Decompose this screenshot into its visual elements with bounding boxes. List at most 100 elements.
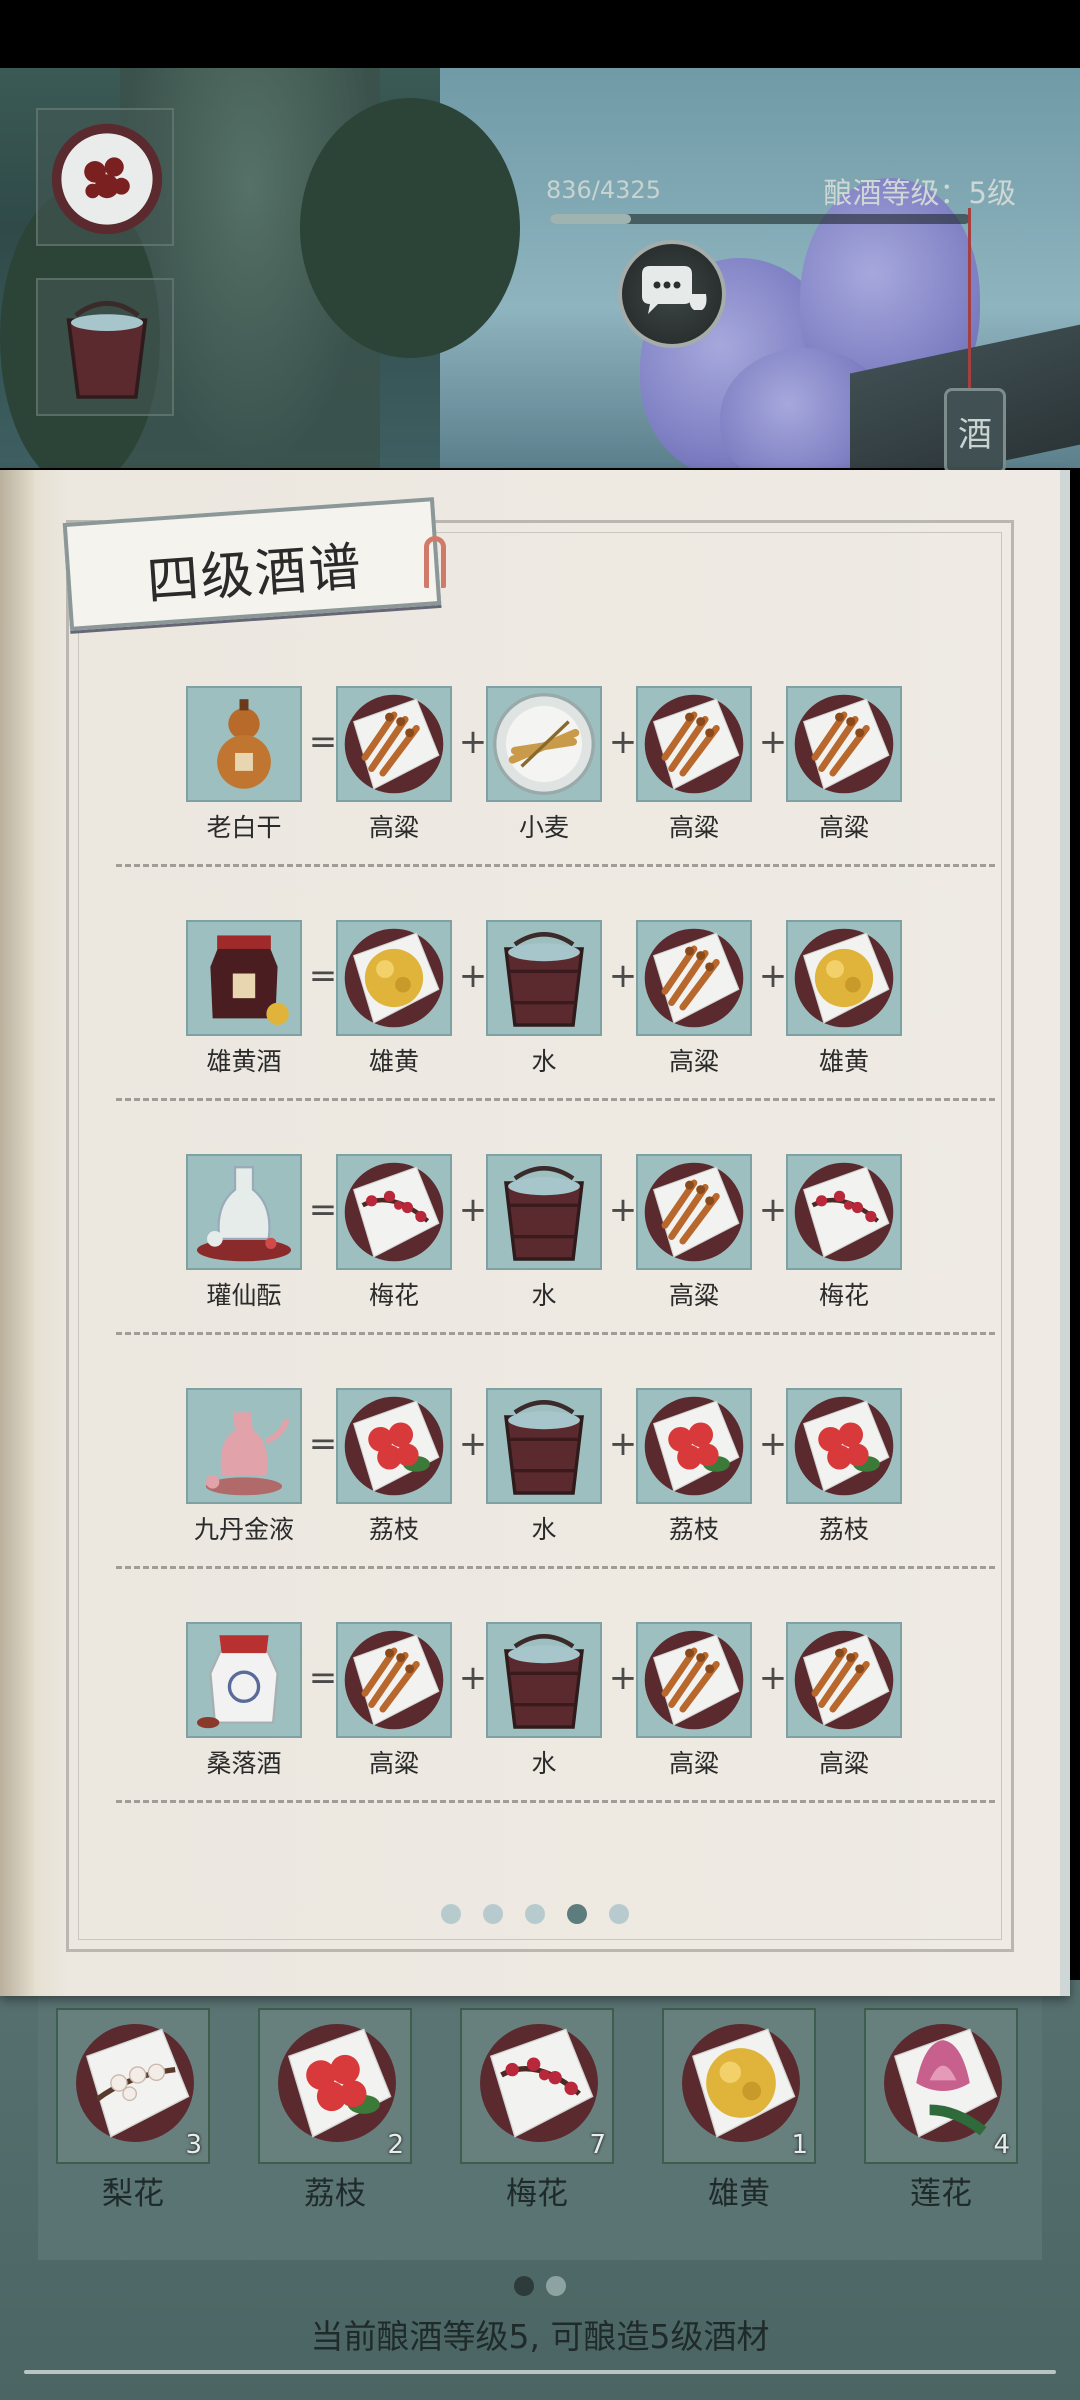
plus-sign: +: [758, 1424, 788, 1464]
recipe-ingredient-cell[interactable]: [636, 1388, 752, 1504]
recipe-ingredient-cell[interactable]: [786, 920, 902, 1036]
water-bucket-icon: [504, 1166, 584, 1261]
page-dot[interactable]: [609, 1904, 629, 1924]
pink-ewer-icon: [205, 1412, 290, 1496]
equals-sign: =: [308, 722, 338, 762]
page-dot[interactable]: [483, 1904, 503, 1924]
recipe-ingredient-label: 高粱: [668, 1281, 719, 1310]
chat-bubble-icon: [642, 266, 707, 314]
wine-shop-sign: 酒: [944, 388, 1006, 474]
recipe-ingredient-label: 水: [531, 1047, 557, 1076]
sorghum-icon: [644, 1630, 744, 1730]
recipe-ingredient-label: 梅花: [368, 1281, 419, 1310]
page-dot[interactable]: [514, 2276, 534, 2296]
recipe-ingredient-label: 高粱: [818, 813, 869, 842]
recipe-ingredient-label: 水: [531, 1515, 557, 1544]
recipe-ingredient-cell[interactable]: [636, 686, 752, 802]
recipe-divider: [116, 1332, 996, 1335]
lychee-icon: [344, 1396, 444, 1496]
recipe-product-cell[interactable]: [186, 686, 302, 802]
recipe-row: 雄黄酒 雄黄 水 高粱 雄黄 = + + +: [186, 920, 926, 1100]
recipe-product-cell[interactable]: [186, 920, 302, 1036]
recipe-ingredient-cell[interactable]: [786, 1622, 902, 1738]
recipe-divider: [116, 864, 996, 867]
status-bar: [0, 0, 1080, 68]
plus-sign: +: [608, 1190, 638, 1230]
side-item-slot[interactable]: [36, 278, 174, 416]
ribbon-icon: [424, 536, 446, 588]
recipe-ingredient-cell[interactable]: [336, 1154, 452, 1270]
recipe-ingredient-cell[interactable]: [636, 920, 752, 1036]
recipe-ingredient-label: 高粱: [368, 813, 419, 842]
recipe-ingredient-cell[interactable]: [636, 1622, 752, 1738]
pear-blossom-icon: [76, 2024, 194, 2142]
plus-sign: +: [458, 1658, 488, 1698]
recipe-product-cell[interactable]: [186, 1622, 302, 1738]
recipe-ingredient-cell[interactable]: [636, 1154, 752, 1270]
plus-sign: +: [458, 722, 488, 762]
inventory-count: 4: [993, 2130, 1010, 2160]
plus-sign: +: [758, 1658, 788, 1698]
recipe-product-label: 老白干: [206, 813, 282, 842]
recipe-ingredient-cell[interactable]: [786, 1154, 902, 1270]
inventory-count: 2: [387, 2130, 404, 2160]
recipe-ingredient-label: 水: [531, 1749, 557, 1778]
inventory-slot[interactable]: 4: [864, 2008, 1018, 2164]
recipe-ingredient-cell[interactable]: [336, 920, 452, 1036]
plus-sign: +: [458, 1424, 488, 1464]
water-bucket-icon: [504, 1634, 584, 1729]
side-item-slot[interactable]: [36, 108, 174, 246]
recipe-ingredient-label: 雄黄: [368, 1047, 419, 1076]
recipe-ingredient-cell[interactable]: [786, 686, 902, 802]
recipe-ingredient-cell[interactable]: [336, 1622, 452, 1738]
inventory-pager: [0, 2276, 1080, 2296]
recipe-ingredient-cell[interactable]: [336, 1388, 452, 1504]
white-wine-jar-icon: [196, 1635, 279, 1729]
page-dot[interactable]: [525, 1904, 545, 1924]
recipe-ingredient-cell[interactable]: [486, 1154, 602, 1270]
realgar-icon: [344, 928, 444, 1028]
recipe-ingredient-cell[interactable]: [336, 686, 452, 802]
recipe-ingredient-cell[interactable]: [486, 920, 602, 1036]
inventory-item-name: 梅花: [506, 2176, 568, 2212]
sorghum-icon: [344, 1630, 444, 1730]
recipe-ingredient-cell[interactable]: [486, 686, 602, 802]
sorghum-icon: [644, 1162, 744, 1262]
page-dot[interactable]: [567, 1904, 587, 1924]
recipe-ingredient-label: 高粱: [368, 1749, 419, 1778]
brew-progress-text: 836/4325: [546, 176, 661, 204]
recipe-ingredient-cell[interactable]: [486, 1622, 602, 1738]
recipe-divider: [116, 1566, 996, 1569]
recipe-ingredient-label: 高粱: [818, 1749, 869, 1778]
plum-blossom-icon: [344, 1162, 444, 1262]
recipe-ingredient-label: 梅花: [818, 1281, 869, 1310]
inventory-slot[interactable]: 2: [258, 2008, 412, 2164]
plus-sign: +: [758, 1190, 788, 1230]
recipe-product-cell[interactable]: [186, 1154, 302, 1270]
inventory-slot[interactable]: 1: [662, 2008, 816, 2164]
book-pager: [0, 1904, 1070, 1924]
page-dot[interactable]: [546, 2276, 566, 2296]
gourd-icon: [217, 699, 271, 789]
page-dot[interactable]: [441, 1904, 461, 1924]
recipe-ingredient-cell[interactable]: [786, 1388, 902, 1504]
porcelain-bottle-icon: [196, 1166, 292, 1262]
lychee-icon: [794, 1396, 894, 1496]
recipe-product-label: 瓘仙酝: [206, 1281, 282, 1310]
recipe-row: 老白干 高粱 小麦 高粱 高粱 = + + +: [186, 686, 926, 866]
recipe-product-label: 九丹金液: [193, 1515, 294, 1544]
lychee-icon: [644, 1396, 744, 1496]
plus-sign: +: [758, 956, 788, 996]
recipe-divider: [116, 1800, 996, 1803]
sorghum-icon: [644, 928, 744, 1028]
chat-button[interactable]: [618, 240, 726, 348]
inventory-slot[interactable]: 3: [56, 2008, 210, 2164]
inventory-slot[interactable]: 7: [460, 2008, 614, 2164]
water-bucket-icon: [504, 932, 584, 1027]
recipe-ingredient-cell[interactable]: [486, 1388, 602, 1504]
brew-level-label: 酿酒等级：5级: [823, 176, 1016, 210]
recipe-row: 九丹金液 荔枝 水 荔枝 荔枝 = + + +: [186, 1388, 926, 1568]
recipe-product-label: 桑落酒: [206, 1749, 282, 1778]
recipe-product-cell[interactable]: [186, 1388, 302, 1504]
recipe-product-label: 雄黄酒: [206, 1047, 282, 1076]
